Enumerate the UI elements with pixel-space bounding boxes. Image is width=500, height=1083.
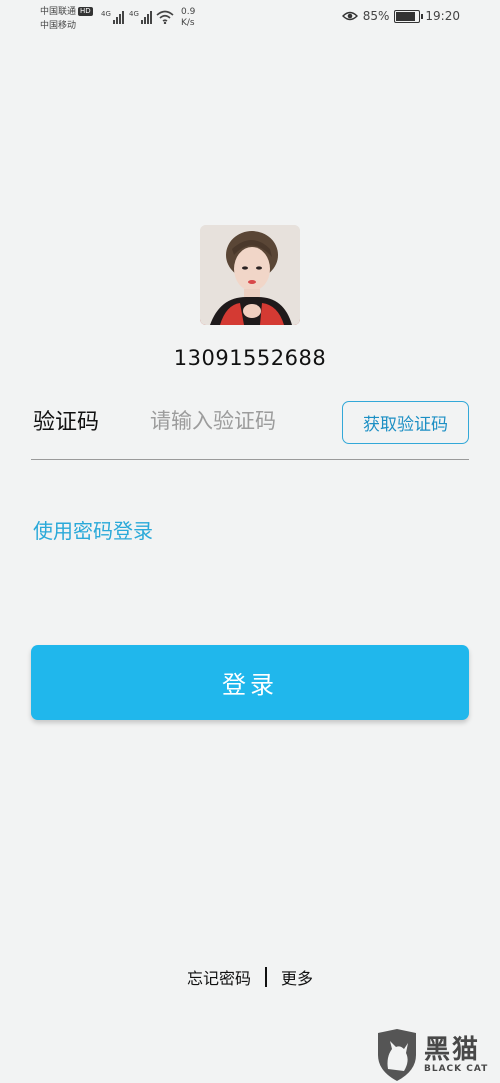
password-login-link[interactable]: 使用密码登录 [33, 515, 153, 544]
get-code-button[interactable]: 获取验证码 [342, 401, 469, 444]
carrier-info: 中国联通 HD 中国移动 [40, 5, 93, 33]
wifi-icon [156, 10, 174, 24]
phone-number: 13091552688 [173, 346, 327, 370]
status-right: 85% 19:20 [341, 9, 460, 23]
status-bar: 中国联通 HD 中国移动 4G 4G 0.9 K/s 85% 19:20 [0, 0, 500, 38]
battery-percent: 85% [362, 9, 390, 23]
login-button[interactable]: 登录 [31, 645, 469, 720]
net-speed: 0.9 K/s [181, 7, 195, 29]
more-link[interactable]: 更多 [281, 965, 313, 989]
signal-1-icon: 4G [101, 10, 124, 24]
net-speed-unit: K/s [181, 18, 195, 28]
network-1-label: 4G [101, 10, 111, 18]
watermark-cn: 黑猫 [424, 1034, 481, 1065]
net-speed-value: 0.9 [181, 7, 196, 17]
signal-2-icon: 4G [129, 10, 152, 24]
input-divider [31, 459, 469, 460]
black-cat-logo-icon [378, 1029, 416, 1081]
carrier-2-label: 中国移动 [40, 21, 77, 31]
footer-divider [265, 967, 267, 987]
watermark-en: BLACK CAT [424, 1063, 489, 1074]
black-cat-watermark: 黑猫 BLACK CAT [374, 1027, 500, 1083]
forgot-password-link[interactable]: 忘记密码 [187, 965, 251, 989]
clock: 19:20 [425, 9, 460, 23]
carrier-1-label: 中国联通 [40, 7, 77, 17]
avatar-image [200, 225, 300, 325]
battery-icon [394, 9, 424, 23]
hd-badge: HD [78, 7, 93, 16]
verification-code-label: 验证码 [33, 410, 100, 435]
verification-code-input[interactable] [150, 402, 330, 440]
footer-links: 忘记密码 更多 [0, 965, 500, 989]
network-2-label: 4G [129, 10, 139, 18]
user-avatar [200, 225, 300, 325]
eye-comfort-icon [341, 11, 358, 21]
